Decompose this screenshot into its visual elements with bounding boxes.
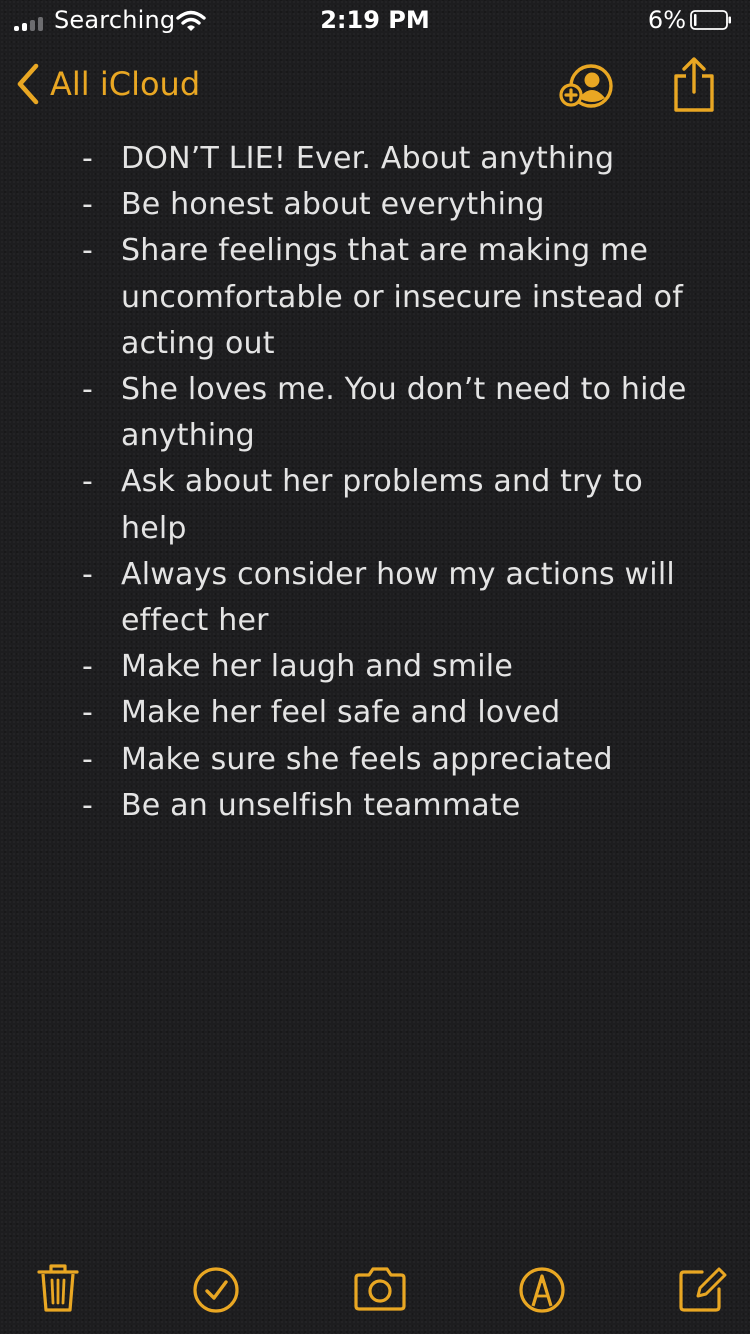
share-icon bbox=[674, 57, 714, 112]
share-button[interactable] bbox=[670, 56, 718, 112]
delete-note-button[interactable] bbox=[30, 1260, 86, 1316]
list-bullet-dash: - bbox=[82, 141, 94, 176]
note-list-item[interactable]: - Be an unselfish teammate bbox=[0, 783, 750, 829]
add-people-button[interactable] bbox=[556, 62, 620, 110]
add-people-icon bbox=[559, 64, 613, 108]
note-list-item[interactable]: - She loves me. You don’t need to hide an… bbox=[0, 367, 750, 459]
note-list-item[interactable]: - Ask about her problems and try to help bbox=[0, 459, 750, 551]
camera-icon bbox=[354, 1267, 406, 1311]
list-bullet-dash: - bbox=[82, 464, 94, 500]
trash-icon bbox=[37, 1264, 79, 1312]
list-bullet-dash: - bbox=[82, 556, 94, 592]
note-list-item-text: Share feelings that are making me uncomf… bbox=[121, 233, 683, 361]
battery-icon bbox=[690, 10, 732, 30]
back-button-label: All iCloud bbox=[50, 65, 201, 103]
list-bullet-dash: - bbox=[82, 187, 94, 223]
note-body[interactable]: - DON’T LIE! Ever. About anything - Be hone… bbox=[0, 136, 750, 829]
compose-icon bbox=[679, 1267, 727, 1312]
note-list-item-text: Make her laugh and smile bbox=[121, 649, 513, 685]
status-time: 2:19 PM bbox=[320, 6, 430, 34]
note-list-item-text: Be honest about everything bbox=[121, 187, 545, 223]
checklist-button[interactable] bbox=[188, 1260, 244, 1316]
markup-button[interactable] bbox=[514, 1260, 570, 1316]
navigation-bar: All iCloud bbox=[0, 50, 750, 120]
note-list-item-text: Make her feel safe and loved bbox=[121, 695, 561, 731]
checklist-icon bbox=[193, 1267, 239, 1313]
markup-icon bbox=[519, 1267, 565, 1313]
note-list-item[interactable]: - Make sure she feels appreciated bbox=[0, 737, 750, 783]
list-bullet-dash: - bbox=[82, 372, 94, 408]
note-list-item[interactable]: - Share feelings that are making me uncom… bbox=[0, 228, 750, 367]
camera-button[interactable] bbox=[352, 1260, 408, 1316]
note-list-item-text: Always consider how my actions will effe… bbox=[121, 556, 675, 639]
note-list-item-text: Ask about her problems and try to help bbox=[121, 464, 643, 546]
note-list-item[interactable]: - Always consider how my actions will eff… bbox=[0, 552, 750, 644]
battery-percentage: 6% bbox=[647, 6, 686, 34]
list-bullet-dash: - bbox=[82, 695, 94, 731]
note-list-item-text: Be an unselfish teammate bbox=[121, 787, 521, 823]
note-list-item-text: She loves me. You don’t need to hide any… bbox=[121, 372, 687, 454]
note-list-item[interactable]: - Be honest about everything bbox=[0, 182, 750, 228]
list-bullet-dash: - bbox=[82, 649, 94, 685]
list-bullet-dash: - bbox=[82, 741, 94, 777]
compose-note-button[interactable] bbox=[674, 1260, 730, 1316]
list-bullet-dash: - bbox=[82, 233, 94, 269]
bottom-toolbar bbox=[0, 1260, 750, 1320]
note-list-item[interactable]: - Make her laugh and smile bbox=[0, 644, 750, 690]
note-list-item-text: DON’T LIE! Ever. About anything bbox=[121, 141, 615, 176]
list-bullet-dash: - bbox=[82, 787, 94, 823]
note-list-item[interactable]: - DON’T LIE! Ever. About anything bbox=[0, 136, 750, 182]
note-list-item-text: Make sure she feels appreciated bbox=[121, 741, 613, 777]
status-bar: Searching 2:19 PM 6% bbox=[0, 0, 750, 40]
note-list-item[interactable]: - Make her feel safe and loved bbox=[0, 690, 750, 736]
back-button[interactable]: All iCloud bbox=[14, 60, 200, 108]
chevron-left-icon bbox=[17, 63, 39, 105]
